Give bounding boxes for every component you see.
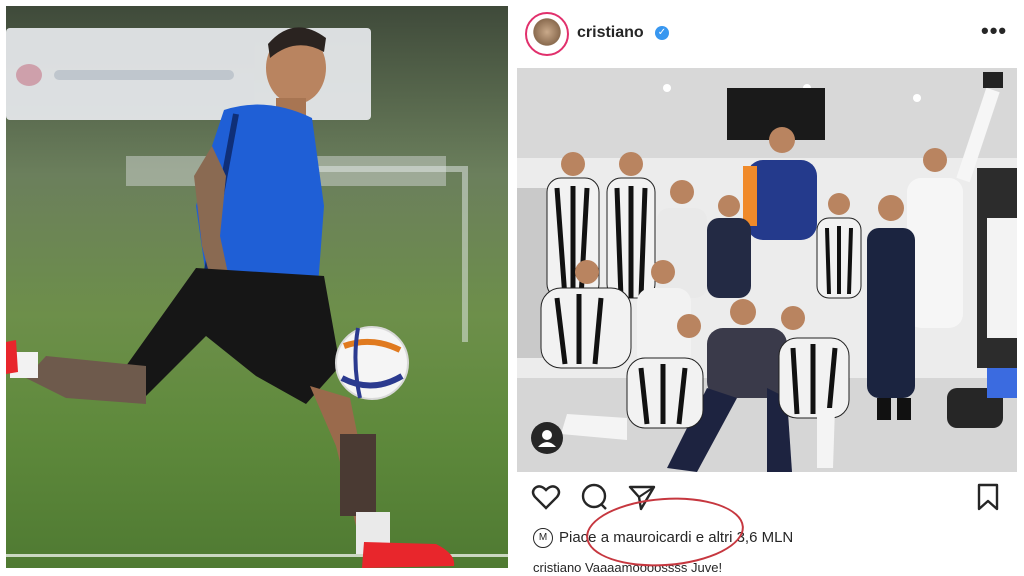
instagram-post: cristiano ✓ ••• M Piace a mauroicardi e … <box>515 6 1019 572</box>
player-boot <box>362 542 455 568</box>
locker-room-illustration <box>517 68 1017 472</box>
inter-logo-icon: M <box>533 528 553 548</box>
post-photo[interactable] <box>517 68 1017 472</box>
more-options-icon[interactable]: ••• <box>981 18 1007 44</box>
verified-badge-icon: ✓ <box>655 26 669 40</box>
player-shorts <box>126 268 340 404</box>
comment-icon[interactable] <box>579 482 609 512</box>
post-username[interactable]: cristiano <box>577 24 644 42</box>
goalkeeper-kit <box>707 328 787 398</box>
post-actions <box>515 480 1019 516</box>
heart-icon[interactable] <box>531 482 561 512</box>
bookmark-icon[interactable] <box>973 482 1003 512</box>
player-illustration <box>6 27 455 568</box>
coach-suit <box>867 228 915 398</box>
profile-avatar[interactable] <box>525 12 569 56</box>
post-header: cristiano ✓ ••• <box>515 6 1019 62</box>
tagged-users-icon[interactable] <box>531 422 563 454</box>
left-photo <box>6 6 508 568</box>
